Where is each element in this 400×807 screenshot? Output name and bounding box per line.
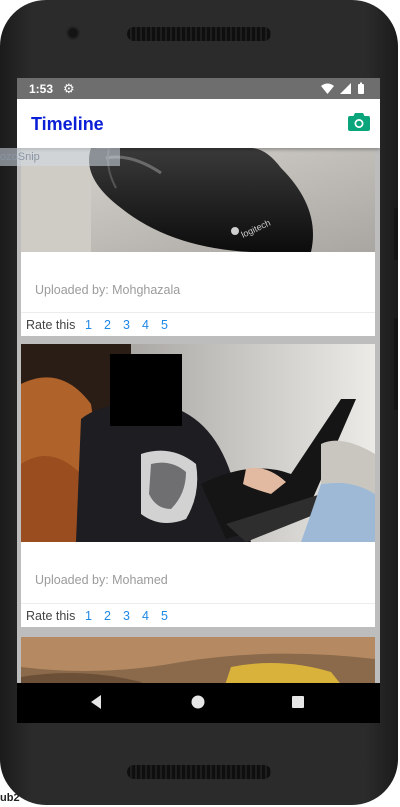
back-button[interactable] bbox=[89, 694, 103, 715]
app-bar: Timeline bbox=[17, 99, 380, 148]
rating-option-2[interactable]: 2 bbox=[104, 318, 111, 332]
status-bar: 1:53 ⚙ bbox=[17, 78, 380, 99]
back-icon bbox=[91, 695, 101, 709]
corner-label: ub2 bbox=[0, 792, 20, 804]
phone-frame: 1:53 ⚙ Timeline logitech Uploaded by: Mo… bbox=[0, 0, 398, 805]
battery-icon bbox=[358, 84, 364, 94]
volume-button[interactable] bbox=[394, 208, 398, 260]
post-photo[interactable] bbox=[21, 344, 375, 542]
rating-option-4[interactable]: 4 bbox=[142, 609, 149, 623]
rating-row: Rate this 1 2 3 4 5 bbox=[21, 312, 375, 337]
rating-option-3[interactable]: 3 bbox=[123, 609, 130, 623]
rate-label: Rate this bbox=[26, 318, 76, 332]
rating-option-1[interactable]: 1 bbox=[85, 318, 92, 332]
home-icon bbox=[191, 695, 205, 709]
page-title: Timeline bbox=[31, 114, 104, 134]
rating-row: Rate this 1 2 3 4 5 bbox=[21, 603, 375, 628]
snip-overlay: ozoSnip bbox=[0, 148, 120, 166]
rating-option-2[interactable]: 2 bbox=[104, 609, 111, 623]
status-time: 1:53 bbox=[29, 82, 54, 96]
timeline-feed[interactable]: logitech Uploaded by: Mohghazala Rate th… bbox=[17, 148, 380, 683]
post-uploader: Uploaded by: Mohghazala bbox=[35, 283, 181, 297]
rating-option-1[interactable]: 1 bbox=[85, 609, 92, 623]
rating-option-3[interactable]: 3 bbox=[123, 318, 130, 332]
post-card bbox=[21, 637, 375, 683]
system-nav-bar bbox=[17, 683, 380, 723]
recents-icon bbox=[292, 696, 304, 708]
post-uploader: Uploaded by: Mohamed bbox=[35, 573, 168, 587]
rating-option-5[interactable]: 5 bbox=[161, 318, 168, 332]
status-icons bbox=[320, 82, 372, 98]
rating-option-5[interactable]: 5 bbox=[161, 609, 168, 623]
device-screen: 1:53 ⚙ Timeline logitech Uploaded by: Mo… bbox=[17, 78, 380, 723]
top-speaker-grille bbox=[127, 27, 271, 41]
recents-button[interactable] bbox=[291, 694, 305, 715]
home-button[interactable] bbox=[190, 694, 206, 715]
settings-gear-icon: ⚙ bbox=[63, 81, 75, 96]
signal-icon bbox=[340, 83, 351, 94]
post-card: logitech Uploaded by: Mohghazala Rate th… bbox=[21, 148, 375, 336]
rate-label: Rate this bbox=[26, 609, 76, 623]
wifi-icon bbox=[321, 83, 334, 94]
post-card: Uploaded by: Mohamed Rate this 1 2 3 4 5 bbox=[21, 344, 375, 627]
post-photo[interactable] bbox=[21, 637, 375, 683]
power-button[interactable] bbox=[394, 318, 398, 410]
camera-button[interactable] bbox=[348, 112, 370, 136]
front-camera bbox=[68, 28, 78, 38]
camera-icon bbox=[348, 113, 370, 131]
bottom-speaker-grille bbox=[127, 765, 271, 779]
rating-option-4[interactable]: 4 bbox=[142, 318, 149, 332]
